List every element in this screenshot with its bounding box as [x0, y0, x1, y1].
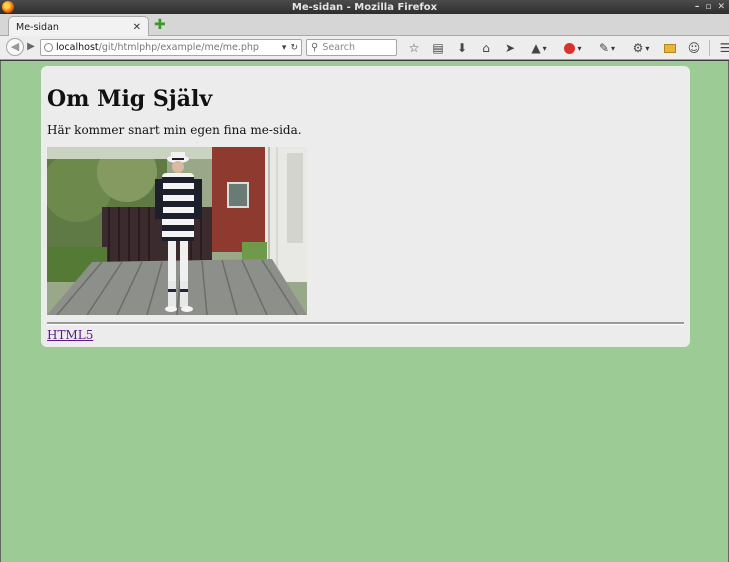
star-icon[interactable]: ☆: [402, 39, 426, 57]
chat-icon[interactable]: ☺: [682, 39, 706, 57]
navigation-bar: ◀ ▶ localhost /git/htmlphp/example/me/me…: [0, 36, 729, 60]
maximize-button[interactable]: ▫: [705, 2, 711, 12]
window-title: Me-sidan - Mozilla Firefox: [291, 1, 438, 13]
tab-strip: Me-sidan ✕ ✚: [0, 14, 729, 37]
profile-photo: [47, 147, 307, 315]
send-icon[interactable]: ➤: [498, 39, 522, 57]
tab-me-sidan[interactable]: Me-sidan ✕: [8, 16, 149, 37]
intro-paragraph: Här kommer snart min egen fina me-sida.: [47, 123, 302, 137]
search-bar[interactable]: ⚲ Search: [306, 39, 397, 56]
firefox-logo-icon: [2, 1, 14, 13]
back-arrow-icon: ◀: [10, 40, 20, 53]
page-heading: Om Mig Själv: [47, 86, 213, 112]
url-path: /git/htmlphp/example/me/me.php: [98, 42, 259, 53]
forward-button[interactable]: ▶: [24, 40, 38, 54]
eyedropper-icon[interactable]: ✎ ▾: [590, 39, 624, 57]
close-window-button[interactable]: ✕: [717, 2, 725, 12]
reading-list-icon[interactable]: ▤: [426, 39, 450, 57]
window-controls: – ▫ ✕: [695, 0, 725, 14]
search-placeholder: Search: [322, 42, 355, 53]
horizontal-rule: [47, 322, 684, 325]
new-tab-icon[interactable]: ✚: [154, 18, 166, 32]
history-dropdown-icon[interactable]: ▾: [282, 43, 287, 53]
download-icon[interactable]: ⬇: [450, 39, 474, 57]
html5-link[interactable]: HTML5: [47, 328, 93, 342]
toolbar-icons: ☆ ▤ ⬇ ⌂ ➤ ▲ ▾ ▾ ✎ ▾ ⚙ ▾ ☺ ☰: [402, 39, 729, 57]
home-icon[interactable]: ⌂: [474, 39, 498, 57]
forward-arrow-icon: ▶: [27, 41, 35, 52]
globe-icon: [44, 43, 53, 52]
search-icon: ⚲: [311, 42, 319, 53]
addon-icon[interactable]: ▲ ▾: [522, 39, 556, 57]
back-button[interactable]: ◀: [6, 38, 24, 56]
window-titlebar: Me-sidan - Mozilla Firefox – ▫ ✕: [0, 0, 729, 14]
reload-icon[interactable]: ↻: [290, 43, 298, 53]
content-card: Om Mig Själv Här kommer snart min egen f…: [41, 66, 690, 347]
tools-icon[interactable]: ⚙ ▾: [624, 39, 658, 57]
abp-icon[interactable]: ▾: [556, 39, 590, 57]
url-host: localhost: [56, 42, 99, 53]
page-viewport: Om Mig Själv Här kommer snart min egen f…: [0, 61, 729, 562]
minimize-button[interactable]: –: [695, 2, 700, 12]
close-tab-icon[interactable]: ✕: [133, 22, 141, 33]
url-bar[interactable]: localhost /git/htmlphp/example/me/me.php…: [40, 39, 302, 56]
menu-icon[interactable]: ☰: [713, 39, 729, 57]
tab-label: Me-sidan: [16, 21, 59, 33]
reader-icon[interactable]: [658, 39, 682, 57]
